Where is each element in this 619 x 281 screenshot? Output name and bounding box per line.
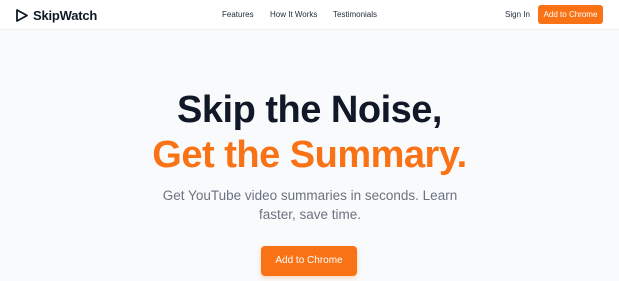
landing-page: SkipWatch Features How It Works Testimon… xyxy=(0,0,619,281)
sign-in-link[interactable]: Sign In xyxy=(505,10,530,20)
nav-item-testimonials[interactable]: Testimonials xyxy=(333,10,377,20)
nav-item-how-it-works[interactable]: How It Works xyxy=(270,10,317,20)
brand-logo-link[interactable]: SkipWatch xyxy=(14,7,97,23)
site-header: SkipWatch Features How It Works Testimon… xyxy=(0,0,619,30)
header-add-to-chrome-button[interactable]: Add to Chrome xyxy=(538,5,603,24)
play-outline-icon xyxy=(14,8,29,23)
hero-subtitle: Get YouTube video summaries in seconds. … xyxy=(162,188,458,222)
brand-name: SkipWatch xyxy=(33,7,98,23)
hero-add-to-chrome-button[interactable]: Add to Chrome xyxy=(261,246,357,276)
hero-title-line2: Get the Summary. xyxy=(152,134,467,176)
nav-item-features[interactable]: Features xyxy=(222,10,254,20)
hero-title-line1: Skip the Noise, xyxy=(177,89,442,131)
